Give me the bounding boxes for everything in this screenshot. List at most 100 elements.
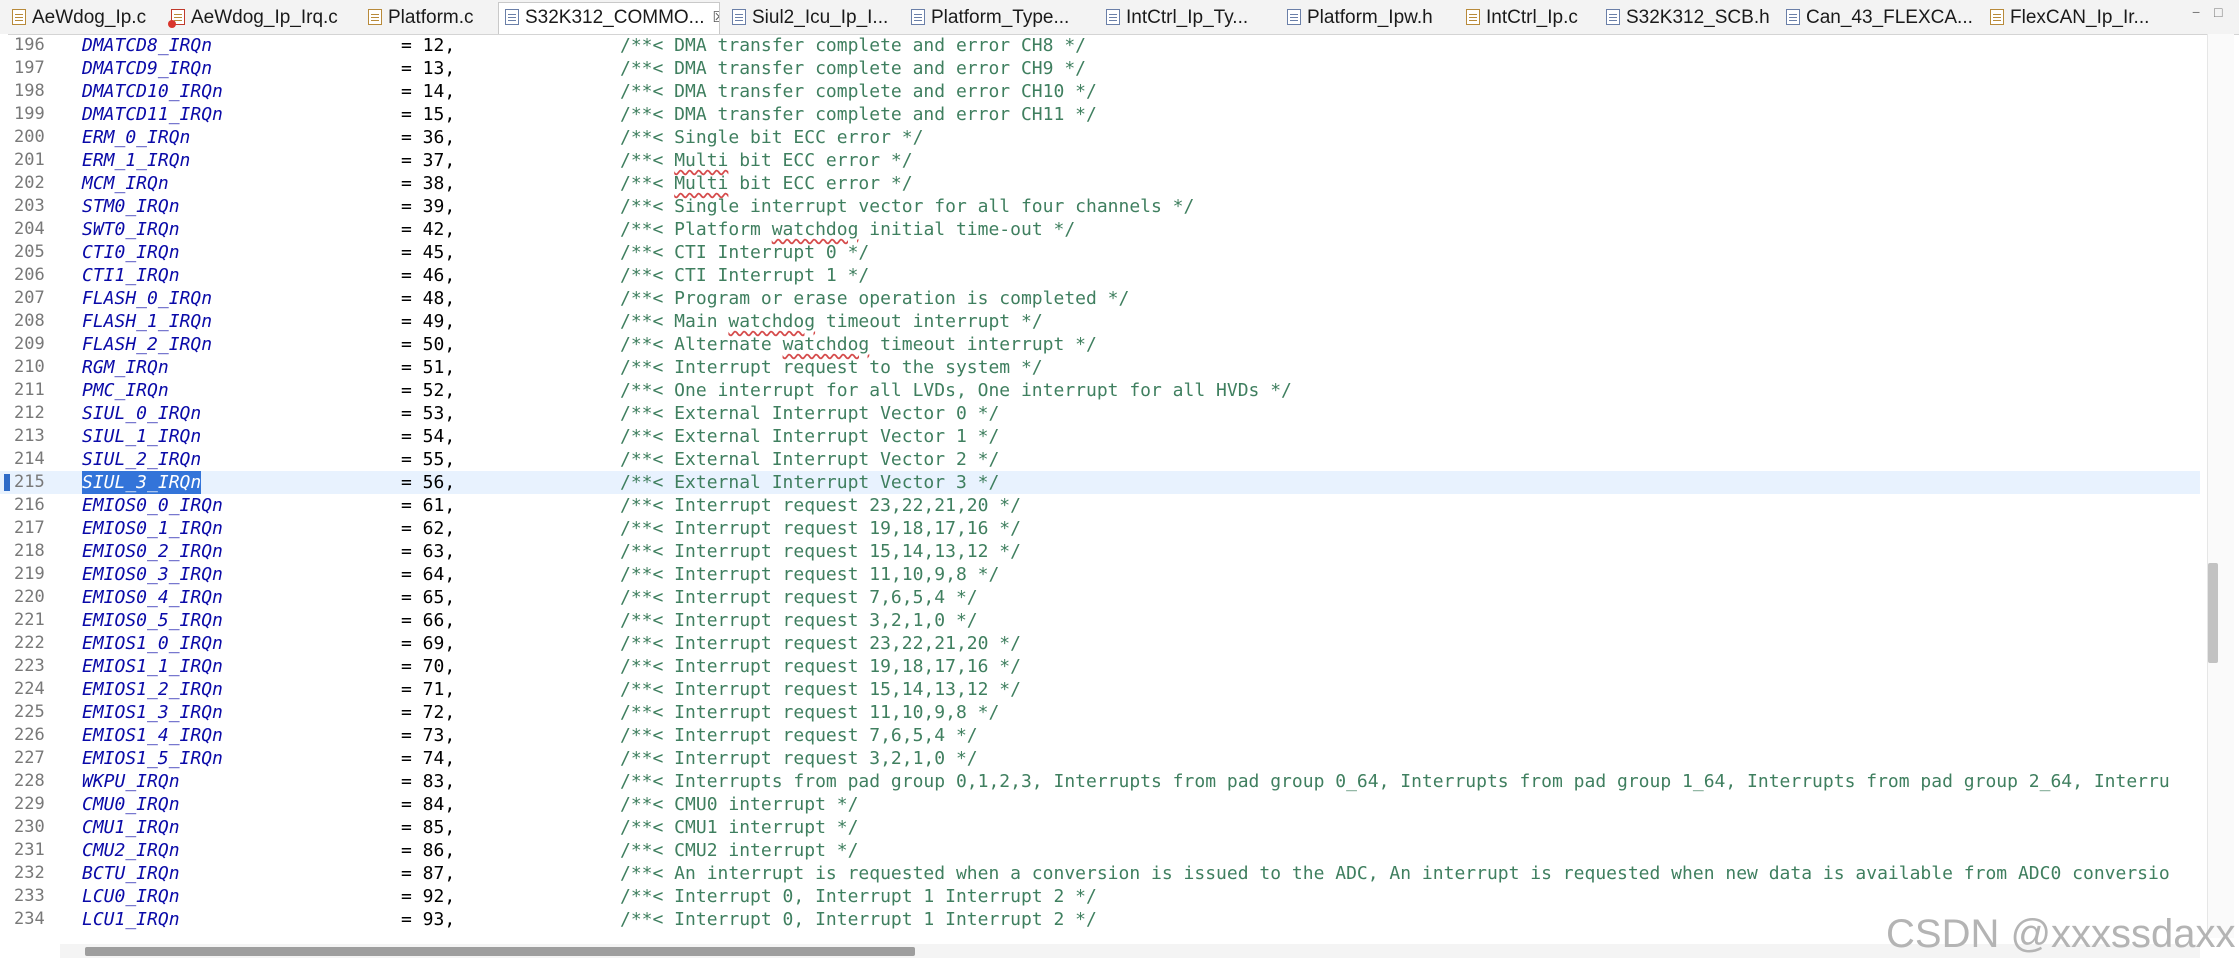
enum-identifier[interactable]: EMIOS1_4_IRQn (82, 724, 223, 747)
code-line[interactable]: 205 CTI0_IRQn = 45, /**< CTI Interrupt 0 */ (0, 241, 2200, 264)
code-line[interactable]: 228 WKPU_IRQn = 83, /**< Interrupts from pa… (0, 770, 2200, 793)
code-line[interactable]: 227 EMIOS1_5_IRQn = 74, /**< Interrupt requ… (0, 747, 2200, 770)
code-line[interactable]: 220 EMIOS0_4_IRQn = 65, /**< Interrupt requ… (0, 586, 2200, 609)
enum-identifier[interactable]: LCU0_IRQn (82, 885, 180, 908)
code-line[interactable]: 230 CMU1_IRQn = 85, /**< CMU1 interrupt */ (0, 816, 2200, 839)
code-line[interactable]: 198 DMATCD10_IRQn = 14, /**< DMA transfer c… (0, 80, 2200, 103)
code-line[interactable]: 219 EMIOS0_3_IRQn = 64, /**< Interrupt requ… (0, 563, 2200, 586)
enum-identifier[interactable]: DMATCD10_IRQn (82, 80, 223, 103)
enum-identifier[interactable]: BCTU_IRQn (82, 862, 180, 885)
code-line[interactable]: 213 SIUL_1_IRQn = 54, /**< External Interru… (0, 425, 2200, 448)
code-line[interactable]: 232 BCTU_IRQn = 87, /**< An interrupt is re… (0, 862, 2200, 885)
tab-intctrl-ip-ty[interactable]: IntCtrl_Ip_Ty... (1100, 4, 1272, 32)
code-line[interactable]: 222 EMIOS1_0_IRQn = 69, /**< Interrupt requ… (0, 632, 2200, 655)
enum-identifier[interactable]: PMC_IRQn (82, 379, 169, 402)
enum-identifier[interactable]: DMATCD11_IRQn (82, 103, 223, 126)
tab-platform-c[interactable]: Platform.c (362, 4, 490, 32)
code-line[interactable]: 231 CMU2_IRQn = 86, /**< CMU2 interrupt */ (0, 839, 2200, 862)
tab-s32k312-commo[interactable]: S32K312_COMMO... ☒ (498, 2, 720, 34)
enum-identifier[interactable]: EMIOS1_3_IRQn (82, 701, 223, 724)
code-line[interactable]: 201 ERM_1_IRQn = 37, /**< Multi bit ECC err… (0, 149, 2200, 172)
close-tab-icon[interactable]: ☒ (713, 3, 719, 33)
enum-identifier[interactable]: EMIOS0_3_IRQn (82, 563, 223, 586)
code-line[interactable]: 196 DMATCD8_IRQn = 12, /**< DMA transfer co… (0, 34, 2200, 57)
code-line[interactable]: 233 LCU0_IRQn = 92, /**< Interrupt 0, Inter… (0, 885, 2200, 908)
code-line[interactable]: 214 SIUL_2_IRQn = 55, /**< External Interru… (0, 448, 2200, 471)
enum-identifier[interactable]: MCM_IRQn (82, 172, 169, 195)
enum-value: = 74, (401, 748, 456, 769)
code-line[interactable]: 218 EMIOS0_2_IRQn = 63, /**< Interrupt requ… (0, 540, 2200, 563)
enum-identifier[interactable]: FLASH_2_IRQn (82, 333, 212, 356)
enum-identifier[interactable]: LCU1_IRQn (82, 908, 180, 931)
enum-identifier[interactable]: EMIOS1_1_IRQn (82, 655, 223, 678)
enum-identifier[interactable]: WKPU_IRQn (82, 770, 180, 793)
enum-identifier[interactable]: SIUL_1_IRQn (82, 425, 201, 448)
enum-identifier[interactable]: EMIOS0_5_IRQn (82, 609, 223, 632)
enum-identifier[interactable]: CMU2_IRQn (82, 839, 180, 862)
enum-identifier[interactable]: STM0_IRQn (82, 195, 180, 218)
horizontal-scrollbar-thumb[interactable] (85, 947, 915, 956)
code-line[interactable]: 200 ERM_0_IRQn = 36, /**< Single bit ECC er… (0, 126, 2200, 149)
enum-identifier[interactable]: DMATCD9_IRQn (82, 57, 212, 80)
code-editor[interactable]: 196 DMATCD8_IRQn = 12, /**< DMA transfer co… (0, 34, 2200, 938)
code-line[interactable]: 221 EMIOS0_5_IRQn = 66, /**< Interrupt requ… (0, 609, 2200, 632)
maximize-icon[interactable]: □ (2214, 4, 2222, 20)
tab-intctrl-ip-c[interactable]: IntCtrl_Ip.c (1460, 4, 1594, 32)
code-line[interactable]: 207 FLASH_0_IRQn = 48, /**< Program or eras… (0, 287, 2200, 310)
minimize-icon[interactable]: − (2192, 4, 2200, 20)
enum-identifier[interactable]: SWT0_IRQn (82, 218, 180, 241)
code-line[interactable]: 215 SIUL_3_IRQn = 56, /**< External Interru… (0, 471, 2200, 494)
code-line[interactable]: 217 EMIOS0_1_IRQn = 62, /**< Interrupt requ… (0, 517, 2200, 540)
enum-identifier[interactable]: CTI0_IRQn (82, 241, 180, 264)
enum-identifier[interactable]: ERM_0_IRQn (82, 126, 190, 149)
code-line[interactable]: 203 STM0_IRQn = 39, /**< Single interrupt v… (0, 195, 2200, 218)
code-comment: /**< Interrupt request 19,18,17,16 */ (620, 656, 1021, 677)
enum-identifier[interactable]: DMATCD8_IRQn (82, 34, 212, 57)
enum-identifier[interactable]: EMIOS0_1_IRQn (82, 517, 223, 540)
code-line[interactable]: 224 EMIOS1_2_IRQn = 71, /**< Interrupt requ… (0, 678, 2200, 701)
code-comment: /**< CMU0 interrupt */ (620, 794, 859, 815)
tab-aewdog-ip-irq-c[interactable]: AeWdog_Ip_Irq.c (165, 4, 353, 32)
enum-identifier[interactable]: FLASH_1_IRQn (82, 310, 212, 333)
code-line[interactable]: 211 PMC_IRQn = 52, /**< One interrupt for a… (0, 379, 2200, 402)
enum-identifier[interactable]: EMIOS0_2_IRQn (82, 540, 223, 563)
code-line[interactable]: 208 FLASH_1_IRQn = 49, /**< Main watchdog t… (0, 310, 2200, 333)
enum-identifier[interactable]: CMU1_IRQn (82, 816, 180, 839)
tab-platform-ipw-h[interactable]: Platform_Ipw.h (1281, 4, 1451, 32)
tab-can-43-flexca[interactable]: Can_43_FLEXCA... (1780, 4, 1976, 32)
selected-identifier[interactable]: SIUL_3_IRQn (82, 471, 202, 494)
enum-identifier[interactable]: ERM_1_IRQn (82, 149, 190, 172)
enum-identifier[interactable]: CTI1_IRQn (82, 264, 180, 287)
code-line[interactable]: 229 CMU0_IRQn = 84, /**< CMU0 interrupt */ (0, 793, 2200, 816)
code-line[interactable]: 223 EMIOS1_1_IRQn = 70, /**< Interrupt requ… (0, 655, 2200, 678)
enum-identifier[interactable]: EMIOS0_4_IRQn (82, 586, 223, 609)
enum-identifier[interactable]: EMIOS1_5_IRQn (82, 747, 223, 770)
code-line[interactable]: 212 SIUL_0_IRQn = 53, /**< External Interru… (0, 402, 2200, 425)
tab-aewdog-ip-c[interactable]: AeWdog_Ip.c (6, 4, 156, 32)
vertical-scrollbar[interactable] (2207, 34, 2234, 938)
code-line[interactable]: 216 EMIOS0_0_IRQn = 61, /**< Interrupt requ… (0, 494, 2200, 517)
enum-identifier[interactable]: RGM_IRQn (82, 356, 169, 379)
tab-siul2-icu-ip-i[interactable]: Siul2_Icu_Ip_I... (726, 4, 898, 32)
code-line[interactable]: 199 DMATCD11_IRQn = 15, /**< DMA transfer c… (0, 103, 2200, 126)
enum-identifier[interactable]: CMU0_IRQn (82, 793, 180, 816)
code-line[interactable]: 204 SWT0_IRQn = 42, /**< Platform watchdog … (0, 218, 2200, 241)
enum-identifier[interactable]: SIUL_0_IRQn (82, 402, 201, 425)
tab-flexcan-ip-ir[interactable]: FlexCAN_Ip_Ir... (1984, 4, 2164, 32)
code-line[interactable]: 210 RGM_IRQn = 51, /**< Interrupt request t… (0, 356, 2200, 379)
enum-identifier[interactable]: EMIOS1_2_IRQn (82, 678, 223, 701)
code-line[interactable]: 226 EMIOS1_4_IRQn = 73, /**< Interrupt requ… (0, 724, 2200, 747)
code-line[interactable]: 209 FLASH_2_IRQn = 50, /**< Alternate watch… (0, 333, 2200, 356)
enum-identifier[interactable]: EMIOS0_0_IRQn (82, 494, 223, 517)
code-line[interactable]: 206 CTI1_IRQn = 46, /**< CTI Interrupt 1 */ (0, 264, 2200, 287)
enum-identifier[interactable]: FLASH_0_IRQn (82, 287, 212, 310)
code-line[interactable]: 197 DMATCD9_IRQn = 13, /**< DMA transfer co… (0, 57, 2200, 80)
enum-identifier[interactable]: EMIOS1_0_IRQn (82, 632, 223, 655)
code-line[interactable]: 225 EMIOS1_3_IRQn = 72, /**< Interrupt requ… (0, 701, 2200, 724)
vertical-scrollbar-thumb[interactable] (2208, 563, 2218, 663)
code-line[interactable]: 234 LCU1_IRQn = 93, /**< Interrupt 0, Inter… (0, 908, 2200, 931)
tab-platform-type[interactable]: Platform_Type... (905, 4, 1093, 32)
tab-s32k312-scb-h[interactable]: S32K312_SCB.h (1600, 4, 1772, 32)
enum-identifier[interactable]: SIUL_2_IRQn (82, 448, 201, 471)
code-line[interactable]: 202 MCM_IRQn = 38, /**< Multi bit ECC error… (0, 172, 2200, 195)
